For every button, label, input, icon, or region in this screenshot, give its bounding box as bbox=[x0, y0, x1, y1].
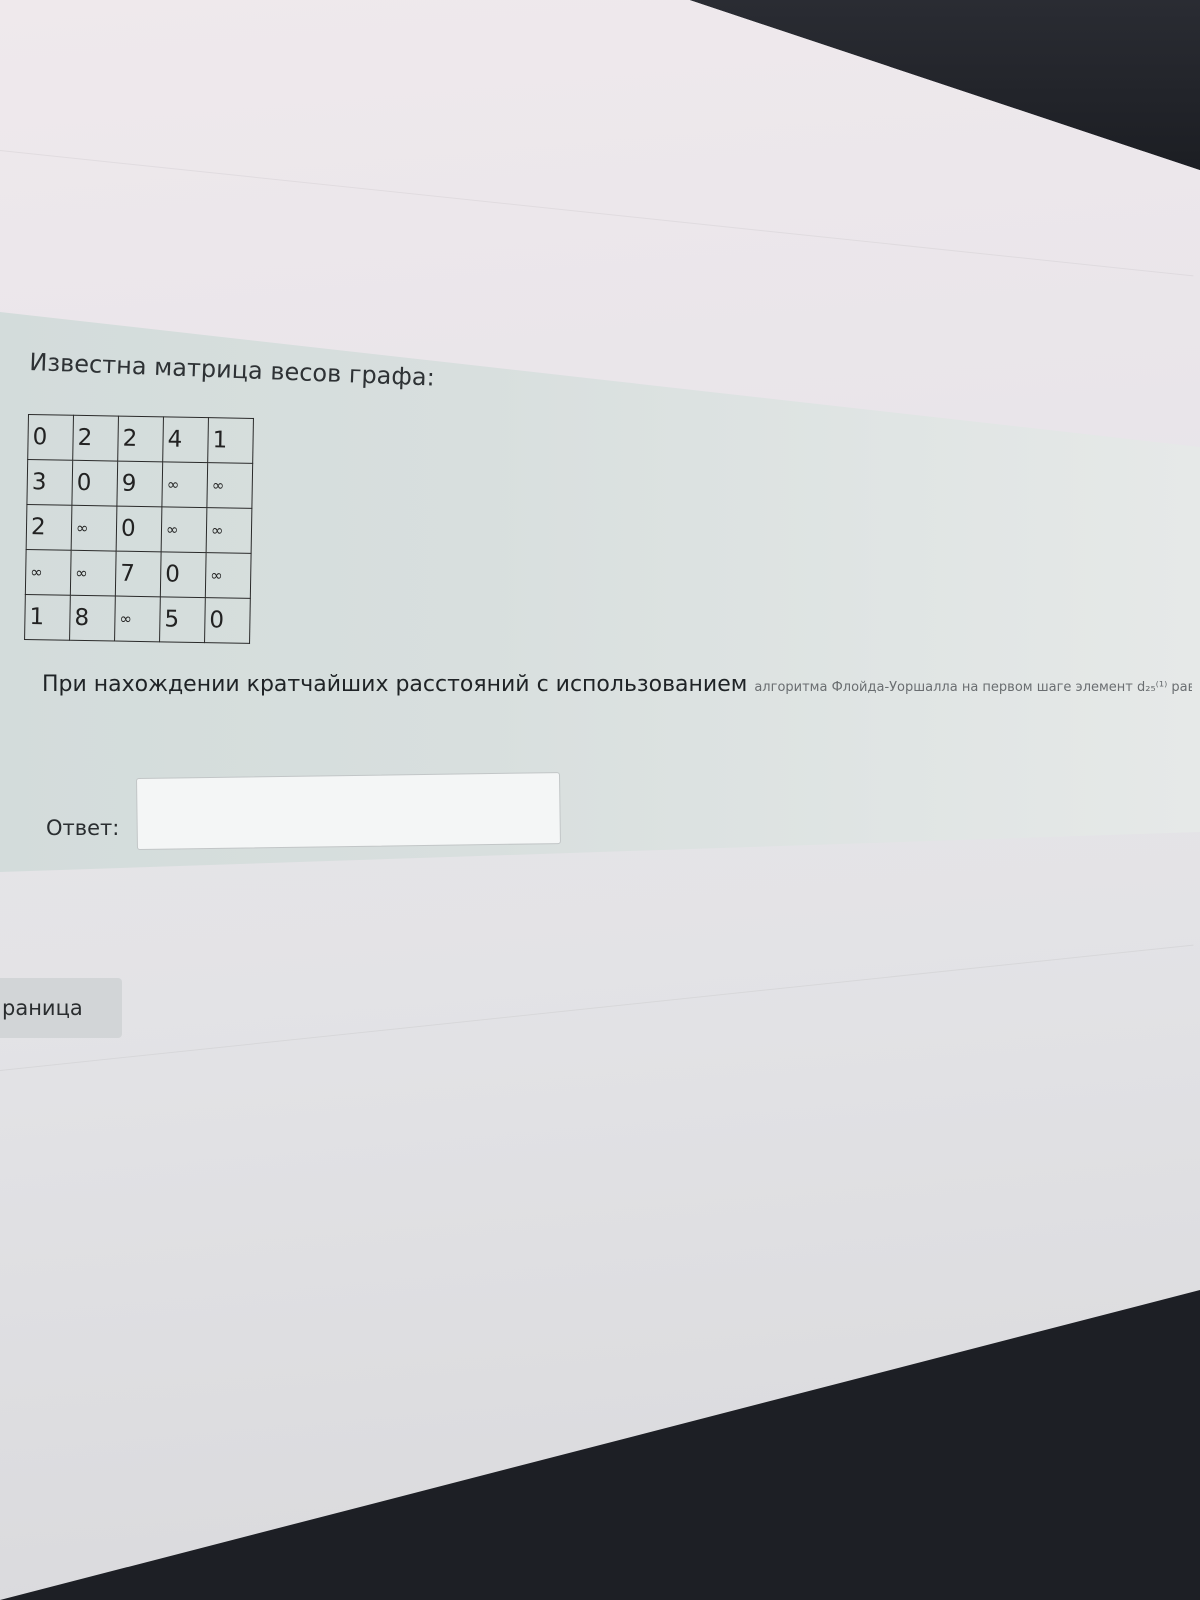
matrix-cell: 9 bbox=[116, 461, 163, 507]
matrix-cell: 2 bbox=[72, 415, 119, 462]
matrix-cell: 0 bbox=[27, 414, 74, 461]
matrix-cell: ∞ bbox=[71, 505, 117, 552]
matrix-cell: ∞ bbox=[114, 596, 161, 642]
matrix-cell: 8 bbox=[69, 595, 116, 642]
matrix-cell: 0 bbox=[71, 460, 118, 507]
matrix-cell: 3 bbox=[26, 459, 73, 506]
question-text: При нахождении кратчайших расстояний с и… bbox=[42, 672, 1192, 697]
matrix-cell: 7 bbox=[115, 551, 162, 597]
matrix-row: 2 ∞ 0 ∞ ∞ bbox=[26, 504, 252, 554]
matrix-cell: ∞ bbox=[206, 507, 252, 554]
matrix-cell: 1 bbox=[24, 594, 71, 641]
weight-matrix: 0 2 2 4 1 3 0 9 ∞ ∞ 2 ∞ 0 ∞ ∞ ∞ ∞ 7 0 ∞ 1 8 ∞ 5 0 bbox=[24, 414, 254, 644]
matrix-cell: 2 bbox=[117, 416, 164, 462]
answer-label: Ответ: bbox=[46, 816, 120, 840]
matrix-cell: 1 bbox=[207, 417, 254, 464]
matrix-cell: 4 bbox=[162, 416, 209, 463]
matrix-cell: 5 bbox=[159, 596, 206, 643]
matrix-row: 3 0 9 ∞ ∞ bbox=[26, 459, 253, 509]
matrix-cell: 0 bbox=[204, 597, 251, 644]
matrix-cell: ∞ bbox=[70, 550, 117, 597]
question-text-faded: алгоритма Флойда-Уоршалла на первом шаге… bbox=[754, 680, 1192, 695]
matrix-cell: 2 bbox=[26, 504, 72, 551]
matrix-cell: ∞ bbox=[205, 552, 252, 599]
matrix-cell: ∞ bbox=[25, 549, 72, 596]
matrix-cell: ∞ bbox=[161, 461, 208, 508]
matrix-cell: 0 bbox=[116, 506, 162, 552]
matrix-row: 02241 bbox=[27, 414, 254, 464]
matrix-row: ∞ ∞ 7 0 ∞ bbox=[25, 549, 252, 599]
matrix-cell: ∞ bbox=[161, 506, 207, 553]
matrix-row: 1 8 ∞ 5 0 bbox=[24, 594, 251, 644]
page-nav-button[interactable]: раница bbox=[0, 978, 122, 1038]
question-text-main: При нахождении кратчайших расстояний с и… bbox=[42, 672, 748, 697]
answer-input[interactable] bbox=[136, 772, 561, 850]
matrix-cell: 0 bbox=[160, 551, 207, 598]
matrix-cell: ∞ bbox=[206, 462, 253, 509]
